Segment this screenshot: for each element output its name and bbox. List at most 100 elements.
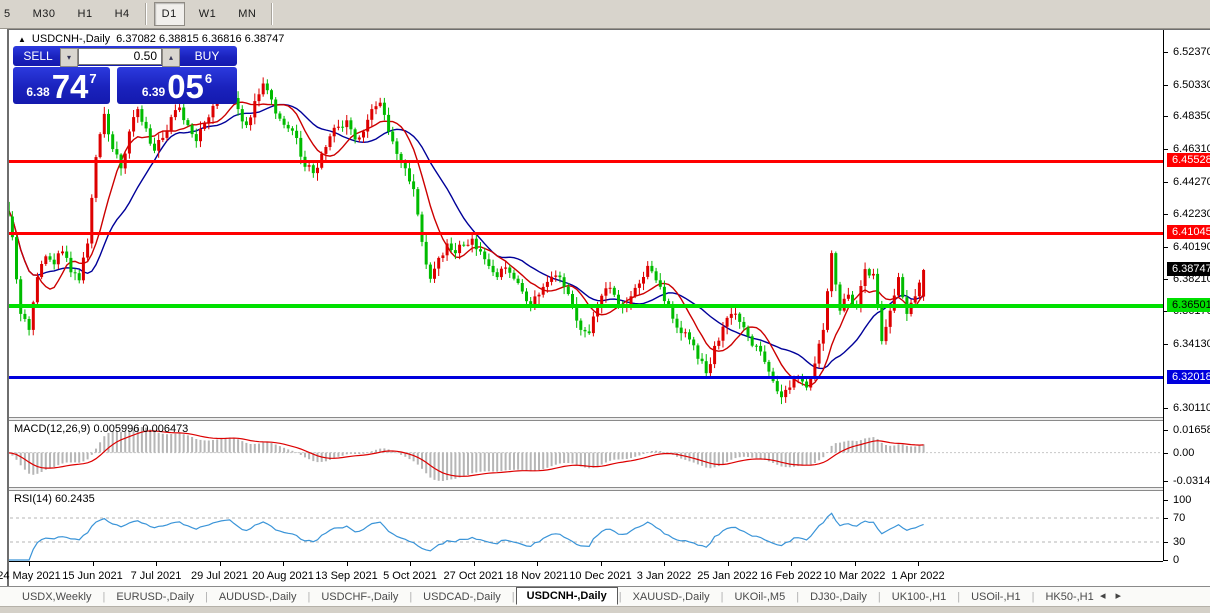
tab-separator: | [102, 591, 105, 603]
status-strip [0, 606, 1210, 613]
toolbar-separator [271, 3, 273, 25]
chart-tab-bar: USDX,Weekly|EURUSD-,Daily|AUDUSD-,Daily|… [0, 586, 1210, 607]
chart-tab-xauusd-[interactable]: XAUUSD-,Daily [623, 589, 720, 605]
price-axis-tick-label: 0.00 [1173, 447, 1194, 459]
time-axis[interactable]: 24 May 202115 Jun 20217 Jul 202129 Jul 2… [9, 561, 1163, 586]
sell-quote-pips: 74 [52, 70, 89, 104]
time-axis-label: 25 Jan 2022 [697, 570, 758, 582]
lot-decrease-button[interactable]: ▾ [60, 48, 78, 67]
buy-quote-pips: 05 [167, 70, 204, 104]
timeframe-button-h4[interactable]: H4 [107, 2, 138, 26]
axis-tick-mark [1163, 182, 1168, 183]
tab-scroll-arrows: ◂ ▸ [1100, 589, 1121, 602]
level-line-6.45528[interactable] [9, 160, 1163, 163]
price-axis-tick-label: 100 [1173, 494, 1191, 506]
price-axis-tick-label: 6.34130 [1173, 338, 1210, 350]
time-axis-label: 18 Nov 2021 [506, 570, 568, 582]
axis-tick-mark [347, 562, 348, 566]
macd-indicator-label: MACD(12,26,9) 0.005996 0.006473 [14, 423, 188, 435]
buy-button[interactable]: BUY [177, 46, 237, 67]
axis-tick-mark [1163, 279, 1168, 280]
timeframe-button-mn[interactable]: MN [230, 2, 264, 26]
chart-tab-uk100-[interactable]: UK100-,H1 [882, 589, 956, 605]
lot-increase-button[interactable]: ▴ [162, 48, 180, 67]
axis-tick-mark [1163, 214, 1168, 215]
price-axis-tick-label: -0.031421 [1173, 475, 1210, 487]
sell-quote-point: 7 [89, 71, 96, 86]
time-axis-label: 3 Jan 2022 [637, 570, 691, 582]
tab-separator: | [619, 591, 622, 603]
price-axis-tick-label: 0 [1173, 554, 1179, 566]
lot-size-spinner: ▾ ▴ [60, 48, 180, 65]
time-axis-label: 24 May 2021 [0, 570, 61, 582]
time-axis-label: 5 Oct 2021 [383, 570, 437, 582]
price-axis-tick-label: 6.42230 [1173, 208, 1210, 220]
price-axis-tick-label: 6.30110 [1173, 402, 1210, 414]
sell-button[interactable]: SELL [13, 46, 63, 67]
chart-tab-usoil-[interactable]: USOil-,H1 [961, 589, 1031, 605]
mt4-application-window: 5M30H1H4 D1W1MN ▲ USDCNH-,Daily 6.37082 6… [0, 0, 1210, 613]
time-axis-label: 7 Jul 2021 [131, 570, 182, 582]
chart-tab-usdchf-[interactable]: USDCHF-,Daily [311, 589, 408, 605]
sell-quote[interactable]: 6.38 74 7 [13, 67, 110, 104]
axis-tick-mark [156, 562, 157, 566]
level-line-6.32018[interactable] [9, 376, 1163, 379]
axis-tick-mark [1163, 560, 1168, 561]
price-axis-tick-label: 30 [1173, 536, 1185, 548]
tab-separator: | [796, 591, 799, 603]
tab-separator: | [409, 591, 412, 603]
time-axis-label: 20 Aug 2021 [252, 570, 314, 582]
axis-tick-mark [728, 562, 729, 566]
axis-tick-mark [220, 562, 221, 566]
time-axis-label: 13 Sep 2021 [315, 570, 377, 582]
tab-scroll-left-icon[interactable]: ◂ [1100, 589, 1106, 602]
tab-separator: | [307, 591, 310, 603]
time-axis-label: 27 Oct 2021 [444, 570, 504, 582]
axis-tick-mark [791, 562, 792, 566]
lot-size-input[interactable] [78, 48, 162, 65]
axis-tick-mark [918, 562, 919, 566]
level-line-6.41045[interactable] [9, 232, 1163, 235]
price-axis-tick-label: 6.40190 [1173, 241, 1210, 253]
price-axis-tick-label: 6.44270 [1173, 176, 1210, 188]
current-price-badge: 6.38747 [1167, 262, 1210, 276]
sell-quote-base: 6.38 [26, 85, 49, 99]
level-price-badge: 6.36501 [1167, 298, 1210, 312]
tab-separator: | [878, 591, 881, 603]
axis-tick-mark [29, 562, 30, 566]
axis-tick-mark [1163, 149, 1168, 150]
price-axis-tick-label: 0.016586 [1173, 424, 1210, 436]
chart-symbol-title: USDCNH-,Daily [32, 33, 110, 45]
collapse-icon[interactable]: ▲ [18, 35, 26, 44]
timeframe-button-h1[interactable]: H1 [70, 2, 101, 26]
axis-tick-mark [1163, 518, 1168, 519]
axis-tick-mark [537, 562, 538, 566]
chart-tab-usdx[interactable]: USDX,Weekly [12, 589, 101, 605]
price-axis-tick-label: 6.50330 [1173, 79, 1210, 91]
time-axis-label: 10 Dec 2021 [569, 570, 631, 582]
timeframe-button-w1[interactable]: W1 [191, 2, 225, 26]
buy-quote[interactable]: 6.39 05 6 [117, 67, 237, 104]
time-axis-label: 10 Mar 2022 [824, 570, 886, 582]
tab-separator: | [205, 591, 208, 603]
chart-tab-dj30-[interactable]: DJ30-,Daily [800, 589, 877, 605]
timeframe-button-d1[interactable]: D1 [154, 2, 185, 26]
axis-tick-mark [93, 562, 94, 566]
chart-tab-audusd-[interactable]: AUDUSD-,Daily [209, 589, 307, 605]
chart-tab-usdcnh-[interactable]: USDCNH-,Daily [516, 587, 618, 605]
tab-scroll-right-icon[interactable]: ▸ [1116, 589, 1122, 602]
axis-tick-mark [1163, 52, 1168, 53]
time-axis-label: 16 Feb 2022 [760, 570, 822, 582]
timeframe-button-5[interactable]: 5 [0, 2, 19, 26]
rsi-pane-canvas[interactable] [9, 491, 1163, 561]
time-axis-label: 15 Jun 2021 [62, 570, 123, 582]
chart-tab-hk50-[interactable]: HK50-,H1 [1035, 589, 1103, 605]
chart-tab-ukoil-[interactable]: UKOil-,M5 [724, 589, 795, 605]
axis-tick-mark [1163, 500, 1168, 501]
chart-tab-usdcad-[interactable]: USDCAD-,Daily [413, 589, 511, 605]
level-line-6.36501[interactable] [9, 304, 1163, 308]
timeframe-button-m30[interactable]: M30 [25, 2, 64, 26]
axis-tick-mark [664, 562, 665, 566]
chart-title-bar: ▲ USDCNH-,Daily 6.37082 6.38815 6.36816 … [18, 33, 284, 45]
chart-tab-eurusd-[interactable]: EURUSD-,Daily [106, 589, 204, 605]
